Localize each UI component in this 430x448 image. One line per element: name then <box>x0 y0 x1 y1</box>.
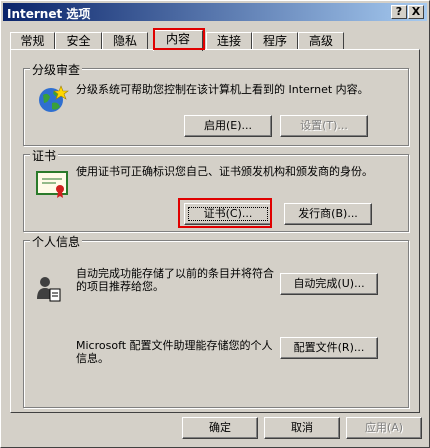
profile-button[interactable]: 配置文件(R)... <box>280 337 378 359</box>
help-button[interactable]: ? <box>391 5 407 19</box>
tab-connections[interactable]: 连接 <box>206 32 252 50</box>
window-title: Internet 选项 <box>7 7 91 21</box>
content-tab-panel: 分级审查 分级系统可帮助您控制在该计算机上看到的 Internet 内容。 启用… <box>10 49 420 413</box>
certificates-button[interactable]: 证书(C)... <box>184 203 272 225</box>
title-bar: Internet 选项 ? X <box>3 3 427 21</box>
tab-general[interactable]: 常规 <box>10 32 55 50</box>
tab-strip: 常规 安全 隐私 内容 连接 程序 高级 <box>10 30 420 51</box>
autocomplete-description: 自动完成功能存储了以前的条目并将符合的项目推荐给您。 <box>76 267 274 293</box>
settings-button[interactable]: 设置(T)... <box>280 115 368 137</box>
tab-security[interactable]: 安全 <box>55 32 102 50</box>
content-advisor-description: 分级系统可帮助您控制在该计算机上看到的 Internet 内容。 <box>76 83 369 96</box>
tab-programs[interactable]: 程序 <box>252 32 298 50</box>
certificate-icon <box>36 171 68 198</box>
ok-button[interactable]: 确定 <box>182 417 258 439</box>
cancel-button[interactable]: 取消 <box>264 417 340 439</box>
publishers-button[interactable]: 发行商(B)... <box>284 203 372 225</box>
personal-info-group: 个人信息 自动完成功能存储了以前的条目并将符合的项目推荐给您。 自动完成(U).… <box>23 233 409 408</box>
tab-content[interactable]: 内容 <box>153 30 203 51</box>
globe-star-icon <box>39 85 69 112</box>
autocomplete-button[interactable]: 自动完成(U)... <box>280 273 378 295</box>
certificates-title: 证书 <box>30 147 59 164</box>
enable-button[interactable]: 启用(E)... <box>184 115 272 137</box>
autocomplete-icon <box>37 277 61 302</box>
close-button[interactable]: X <box>408 5 424 19</box>
certificates-description: 使用证书可正确标识您自己、证书颁发机构和颁发商的身份。 <box>76 165 373 178</box>
focus-rect <box>188 207 268 221</box>
tab-privacy[interactable]: 隐私 <box>102 32 148 50</box>
profile-description: Microsoft 配置文件助理能存储您的个人信息。 <box>76 339 273 365</box>
apply-button[interactable]: 应用(A) <box>346 417 422 439</box>
tab-advanced[interactable]: 高级 <box>298 32 344 50</box>
internet-options-dialog: Internet 选项 ? X 常规 安全 隐私 内容 连接 程序 高级 分级审… <box>0 0 430 448</box>
content-advisor-group: 分级审查 分级系统可帮助您控制在该计算机上看到的 Internet 内容。 启用… <box>23 61 409 146</box>
certificates-group: 证书 使用证书可正确标识您自己、证书颁发机构和颁发商的身份。 证书(C)... … <box>23 147 409 232</box>
content-advisor-title: 分级审查 <box>30 61 83 78</box>
personal-info-title: 个人信息 <box>30 233 83 250</box>
